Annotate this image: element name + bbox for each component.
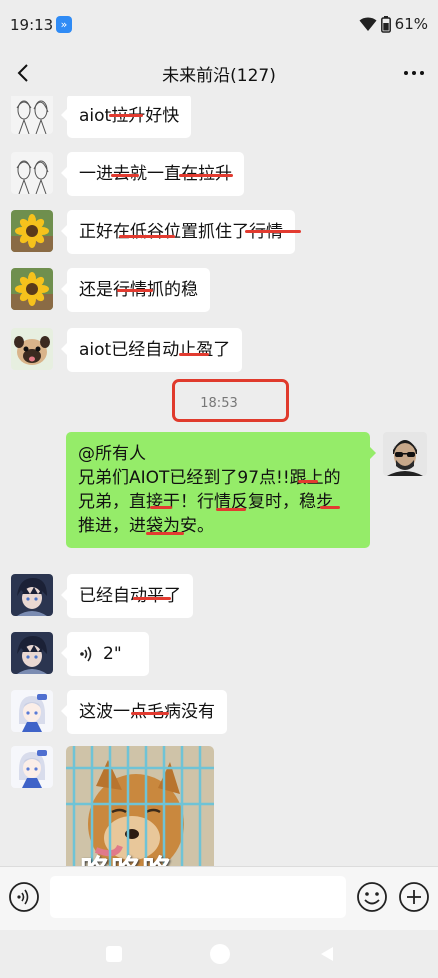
status-indicators: 61% bbox=[359, 15, 428, 33]
message-bubble[interactable]: 这波一点毛病没有 bbox=[61, 690, 227, 734]
plus-icon[interactable] bbox=[398, 881, 430, 913]
message-row: 正好在低谷位置抓住了行情 bbox=[0, 210, 438, 254]
chat-title: 未来前沿(127) bbox=[162, 66, 276, 86]
shiba-in-cage-photo[interactable]: 咯咯咯 bbox=[66, 746, 214, 866]
message-bubble[interactable]: 一进去就一直在拉升 bbox=[61, 152, 244, 196]
anime-boy-avatar[interactable] bbox=[11, 574, 53, 616]
red-strikethrough bbox=[119, 235, 175, 238]
red-strikethrough bbox=[245, 230, 301, 233]
status-bar: 19:13 » 61% bbox=[0, 0, 438, 50]
red-strikethrough bbox=[179, 174, 233, 177]
message-bubble[interactable]: aiot已经自动止盈了 bbox=[60, 328, 243, 372]
message-row: aiot已经自动止盈了 bbox=[0, 328, 438, 372]
image-caption: 咯咯咯 bbox=[80, 846, 173, 866]
sunglasses-man-avatar[interactable] bbox=[383, 432, 427, 476]
message-text: aiot已经自动止盈了 bbox=[79, 340, 231, 360]
message-bubble[interactable]: 还是行情抓的稳 bbox=[61, 268, 210, 312]
message-row: 2" bbox=[0, 632, 438, 676]
wifi-icon bbox=[359, 17, 377, 31]
message-row: aiot拉升好快 bbox=[0, 96, 438, 140]
battery-icon bbox=[380, 15, 391, 33]
voice-duration: 2" bbox=[103, 644, 122, 664]
anime-girl-avatar[interactable] bbox=[11, 690, 53, 732]
red-strikethrough bbox=[109, 114, 143, 117]
recent-apps-icon[interactable] bbox=[106, 946, 122, 962]
message-bubble[interactable]: 已经自动平了 bbox=[61, 574, 193, 618]
red-strikethrough bbox=[111, 174, 139, 177]
message-row: 咯咯咯 bbox=[0, 746, 438, 866]
message-input[interactable] bbox=[50, 876, 346, 918]
red-strikethrough bbox=[133, 597, 171, 600]
red-strikethrough bbox=[150, 506, 172, 509]
message-text: 已经自动平了 bbox=[79, 586, 181, 606]
message-row: 这波一点毛病没有 bbox=[0, 690, 438, 734]
red-strikethrough bbox=[146, 532, 184, 535]
message-line: 推进，进袋为安。 bbox=[78, 516, 214, 536]
sketch-girls-avatar[interactable] bbox=[11, 96, 53, 134]
anime-girl-avatar[interactable] bbox=[11, 746, 53, 788]
nav-back-icon[interactable] bbox=[318, 945, 336, 963]
voice-input-icon[interactable] bbox=[8, 881, 40, 913]
message-bubble-self[interactable]: @所有人 兄弟们AIOT已经到了97点!!跟上的 兄弟，直接干！行情反复时，稳步… bbox=[66, 432, 376, 548]
pug-avatar[interactable] bbox=[11, 328, 53, 370]
message-row: 还是行情抓的稳 bbox=[0, 268, 438, 312]
app-notification-icon: » bbox=[56, 16, 72, 33]
message-row-self: @所有人 兄弟们AIOT已经到了97点!!跟上的 兄弟，直接干！行情反复时，稳步… bbox=[0, 432, 438, 562]
voice-wave-icon bbox=[80, 646, 92, 662]
system-nav-bar bbox=[0, 930, 438, 978]
message-list[interactable]: aiot拉升好快 一进去就一直在拉升 正好在低谷位置抓住了行情 还是行情 bbox=[0, 96, 438, 866]
red-strikethrough bbox=[298, 480, 318, 483]
chat-input-bar bbox=[0, 866, 438, 930]
message-row: 一进去就一直在拉升 bbox=[0, 152, 438, 196]
sunflower-avatar[interactable] bbox=[11, 268, 53, 310]
red-highlight-box bbox=[172, 379, 289, 422]
red-strikethrough bbox=[131, 712, 169, 715]
chat-header: 未来前沿(127) bbox=[0, 50, 438, 96]
red-strikethrough bbox=[216, 508, 246, 511]
more-options-icon[interactable] bbox=[402, 61, 426, 85]
mention-line: @所有人 bbox=[78, 444, 146, 464]
message-line: 兄弟们AIOT已经到了97点!!跟上的 bbox=[78, 468, 341, 488]
red-strikethrough bbox=[117, 289, 153, 292]
battery-percent: 61% bbox=[394, 15, 428, 33]
sunflower-avatar[interactable] bbox=[11, 210, 53, 252]
anime-boy-avatar[interactable] bbox=[11, 632, 53, 674]
message-bubble[interactable]: aiot拉升好快 bbox=[60, 96, 192, 138]
emoji-icon[interactable] bbox=[356, 881, 388, 913]
red-strikethrough bbox=[179, 353, 209, 356]
status-time: 19:13 bbox=[10, 16, 54, 34]
message-bubble[interactable]: 正好在低谷位置抓住了行情 bbox=[61, 210, 301, 254]
red-strikethrough bbox=[320, 506, 340, 509]
voice-message-bubble[interactable]: 2" bbox=[61, 632, 149, 676]
home-icon[interactable] bbox=[210, 944, 230, 964]
message-row: 已经自动平了 bbox=[0, 574, 438, 618]
sketch-girls-avatar[interactable] bbox=[11, 152, 53, 194]
